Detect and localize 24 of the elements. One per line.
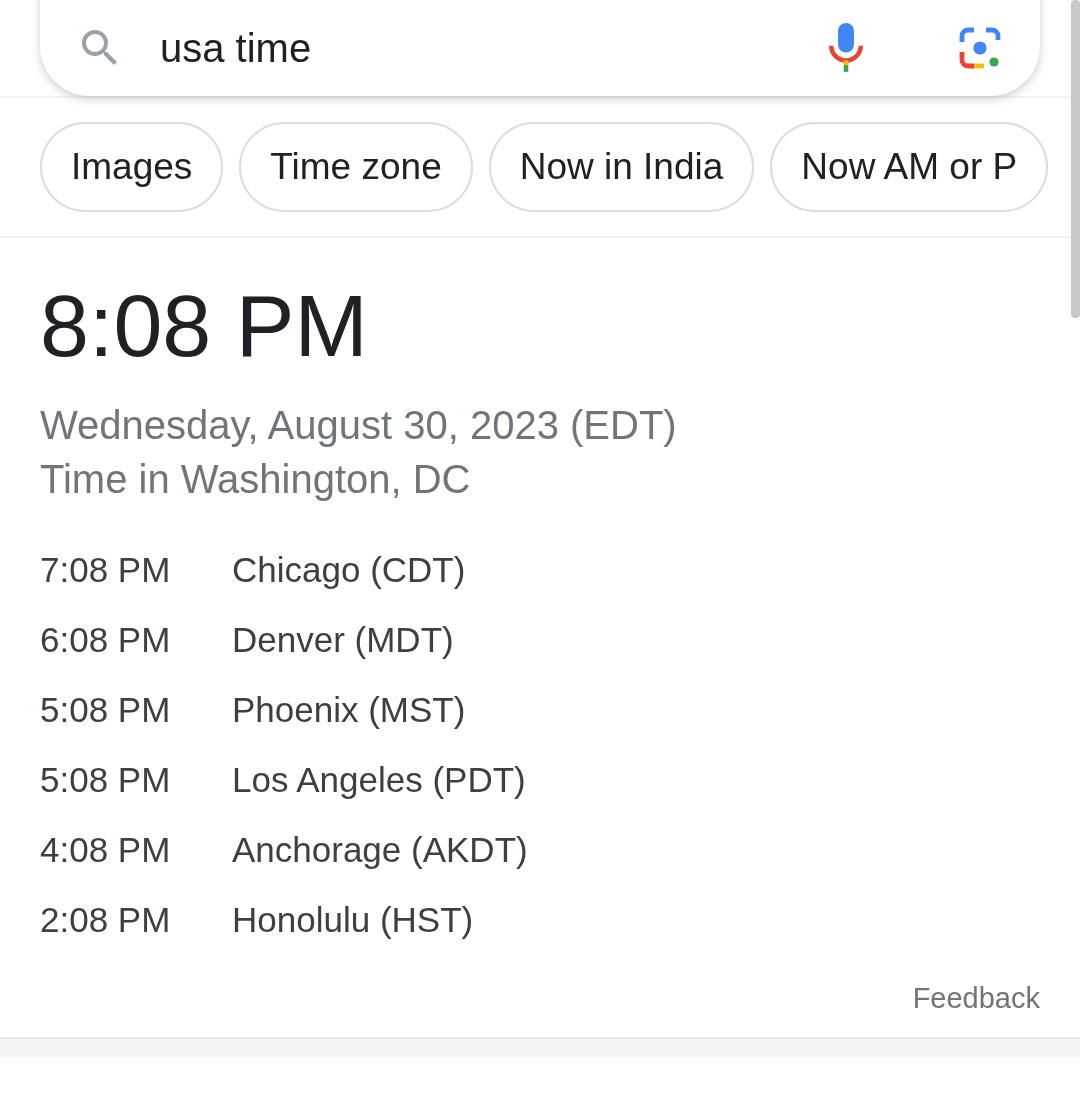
- zone-time: 5:08 PM: [40, 759, 172, 801]
- zone-time: 6:08 PM: [40, 619, 172, 661]
- location-text: Time in Washington, DC: [40, 456, 472, 503]
- search-field[interactable]: usa time: [40, 0, 1040, 96]
- feedback-link[interactable]: Feedback: [912, 982, 1040, 1015]
- zone-time: 4:08 PM: [40, 829, 172, 871]
- filter-chip[interactable]: Images: [40, 122, 224, 212]
- filter-chip[interactable]: Now in India: [488, 122, 755, 212]
- current-time: 8:08 PM: [40, 276, 369, 376]
- filter-chip[interactable]: Time zone: [239, 122, 473, 212]
- zone-city: Anchorage (AKDT): [232, 829, 529, 871]
- zone-time: 5:08 PM: [40, 689, 172, 731]
- zone-time: 2:08 PM: [40, 899, 172, 941]
- zone-city: Denver (MDT): [232, 619, 455, 661]
- zone-time: 7:08 PM: [40, 549, 172, 591]
- zone-city: Phoenix (MST): [232, 689, 467, 731]
- date-text: Wednesday, August 30, 2023 (EDT): [40, 402, 678, 449]
- zone-city: Los Angeles (PDT): [232, 759, 527, 801]
- zone-city: Honolulu (HST): [232, 899, 475, 941]
- scrollbar[interactable]: [1071, 0, 1080, 318]
- microphone-icon[interactable]: [826, 23, 866, 73]
- zone-city: Chicago (CDT): [232, 549, 467, 591]
- filter-chip[interactable]: Now AM or P: [770, 122, 1049, 212]
- search-input[interactable]: usa time: [160, 25, 826, 71]
